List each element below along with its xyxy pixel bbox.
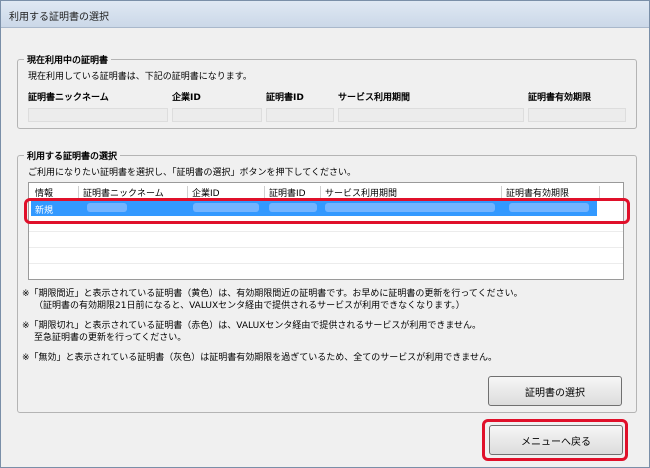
current-company-id-field [172, 108, 262, 122]
window-title: 利用する証明書の選択 [9, 12, 109, 23]
header-expiry: 証明書有効期限 [528, 93, 592, 103]
current-expiry-field [528, 108, 626, 122]
highlight-back-button [482, 419, 628, 461]
select-cert-group-title: 利用する証明書の選択 [24, 149, 121, 162]
dialog-window: 利用する証明書の選択 現在利用中の証明書 現在利用している証明書は、下記の証明書… [0, 0, 650, 468]
header-company-id: 企業ID [172, 93, 201, 103]
note-expiring-soon-detail: （証明書の有効期限21日前になると、VALUXセンタ経由で提供されるサービスが利… [34, 301, 465, 311]
current-nickname-field [28, 108, 168, 122]
select-cert-button-label: 証明書の選択 [525, 388, 585, 399]
header-service-period: サービス利用期間 [338, 93, 411, 103]
current-cert-description: 現在利用している証明書は、下記の証明書になります。 [28, 72, 252, 82]
select-cert-button[interactable]: 証明書の選択 [488, 376, 622, 406]
cert-list[interactable]: 情報 証明書ニックネーム 企業ID 証明書ID サービス利用期間 証明書有効期限… [28, 182, 624, 280]
note-expired-detail: 至急証明書の更新を行ってください。 [34, 333, 187, 343]
highlight-selected-row [24, 198, 630, 224]
select-cert-description: ご利用になりたい証明書を選択し、「証明書の選択」ボタンを押下してください。 [28, 168, 356, 178]
header-nickname: 証明書ニックネーム [28, 93, 109, 103]
current-cert-group-title: 現在利用中の証明書 [24, 53, 112, 66]
note-invalid: ※「無効」と表示されている証明書（灰色）は証明書有効期限を過ぎているため、全ての… [22, 353, 498, 363]
title-bar: 利用する証明書の選択 [1, 1, 649, 28]
current-service-period-field [338, 108, 524, 122]
select-cert-group: 利用する証明書の選択 ご利用になりたい証明書を選択し、「証明書の選択」ボタンを押… [17, 149, 637, 413]
current-cert-group: 現在利用中の証明書 現在利用している証明書は、下記の証明書になります。 証明書ニ… [17, 53, 637, 129]
current-cert-id-field [266, 108, 334, 122]
header-cert-id: 証明書ID [266, 93, 304, 103]
